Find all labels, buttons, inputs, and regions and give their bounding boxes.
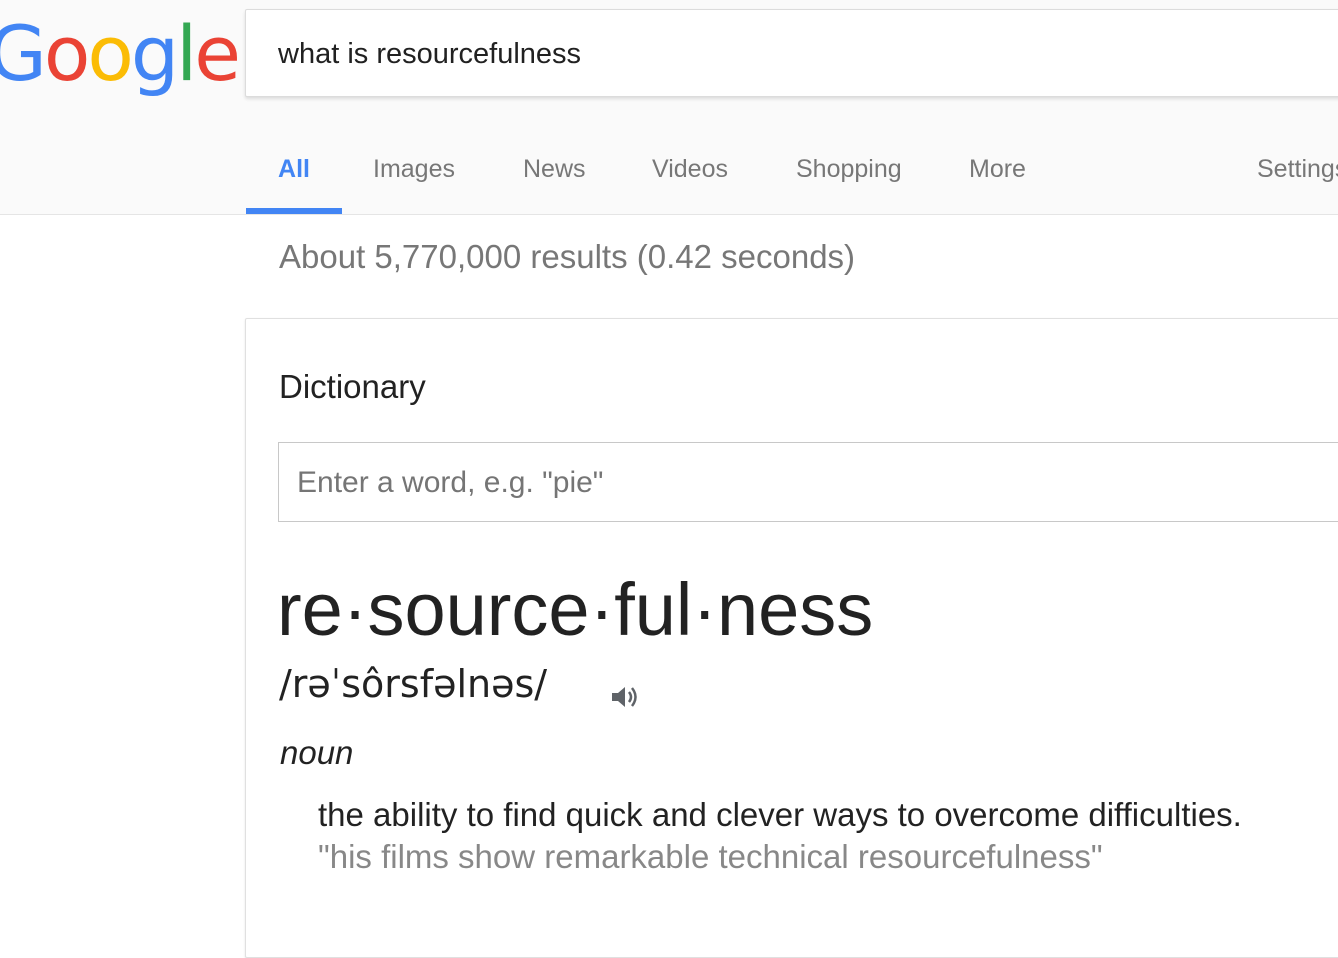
tab-all[interactable]: All <box>246 140 342 214</box>
headword: re·source·ful·ness <box>277 568 874 651</box>
example-sentence: "his films show remarkable technical res… <box>318 838 1103 875</box>
search-input[interactable] <box>278 34 1318 74</box>
tab-images[interactable]: Images <box>373 140 455 214</box>
results-stats: About 5,770,000 results (0.42 seconds) <box>279 238 856 275</box>
dictionary-title: Dictionary <box>279 368 426 405</box>
logo-letter: G <box>0 9 47 98</box>
tab-settings[interactable]: Settings <box>1257 140 1338 214</box>
search-tabs: All Images News Videos Shopping More Set… <box>0 140 1338 214</box>
logo-letter: g <box>130 9 179 98</box>
dictionary-input[interactable] <box>297 463 1297 503</box>
logo-letter: l <box>176 9 197 98</box>
tab-videos[interactable]: Videos <box>652 140 728 214</box>
tab-shopping[interactable]: Shopping <box>796 140 902 214</box>
speaker-icon-graphic <box>612 687 637 707</box>
logo-letter: e <box>194 9 241 98</box>
tab-news[interactable]: News <box>523 140 586 214</box>
logo-letter: o <box>87 9 133 98</box>
dictionary-search-box[interactable] <box>278 442 1338 522</box>
tab-more[interactable]: More <box>969 140 1026 214</box>
definition-text: the ability to find quick and clever way… <box>318 796 1242 833</box>
search-box[interactable] <box>245 9 1338 97</box>
speaker-icon[interactable] <box>608 682 642 712</box>
active-tab-indicator <box>246 208 342 214</box>
part-of-speech: noun <box>280 734 354 771</box>
google-logo[interactable]: Google <box>0 9 241 98</box>
phonetic-spelling: /rəˈsôrsfəlnəs/ <box>279 662 548 706</box>
logo-letter: o <box>43 9 90 98</box>
